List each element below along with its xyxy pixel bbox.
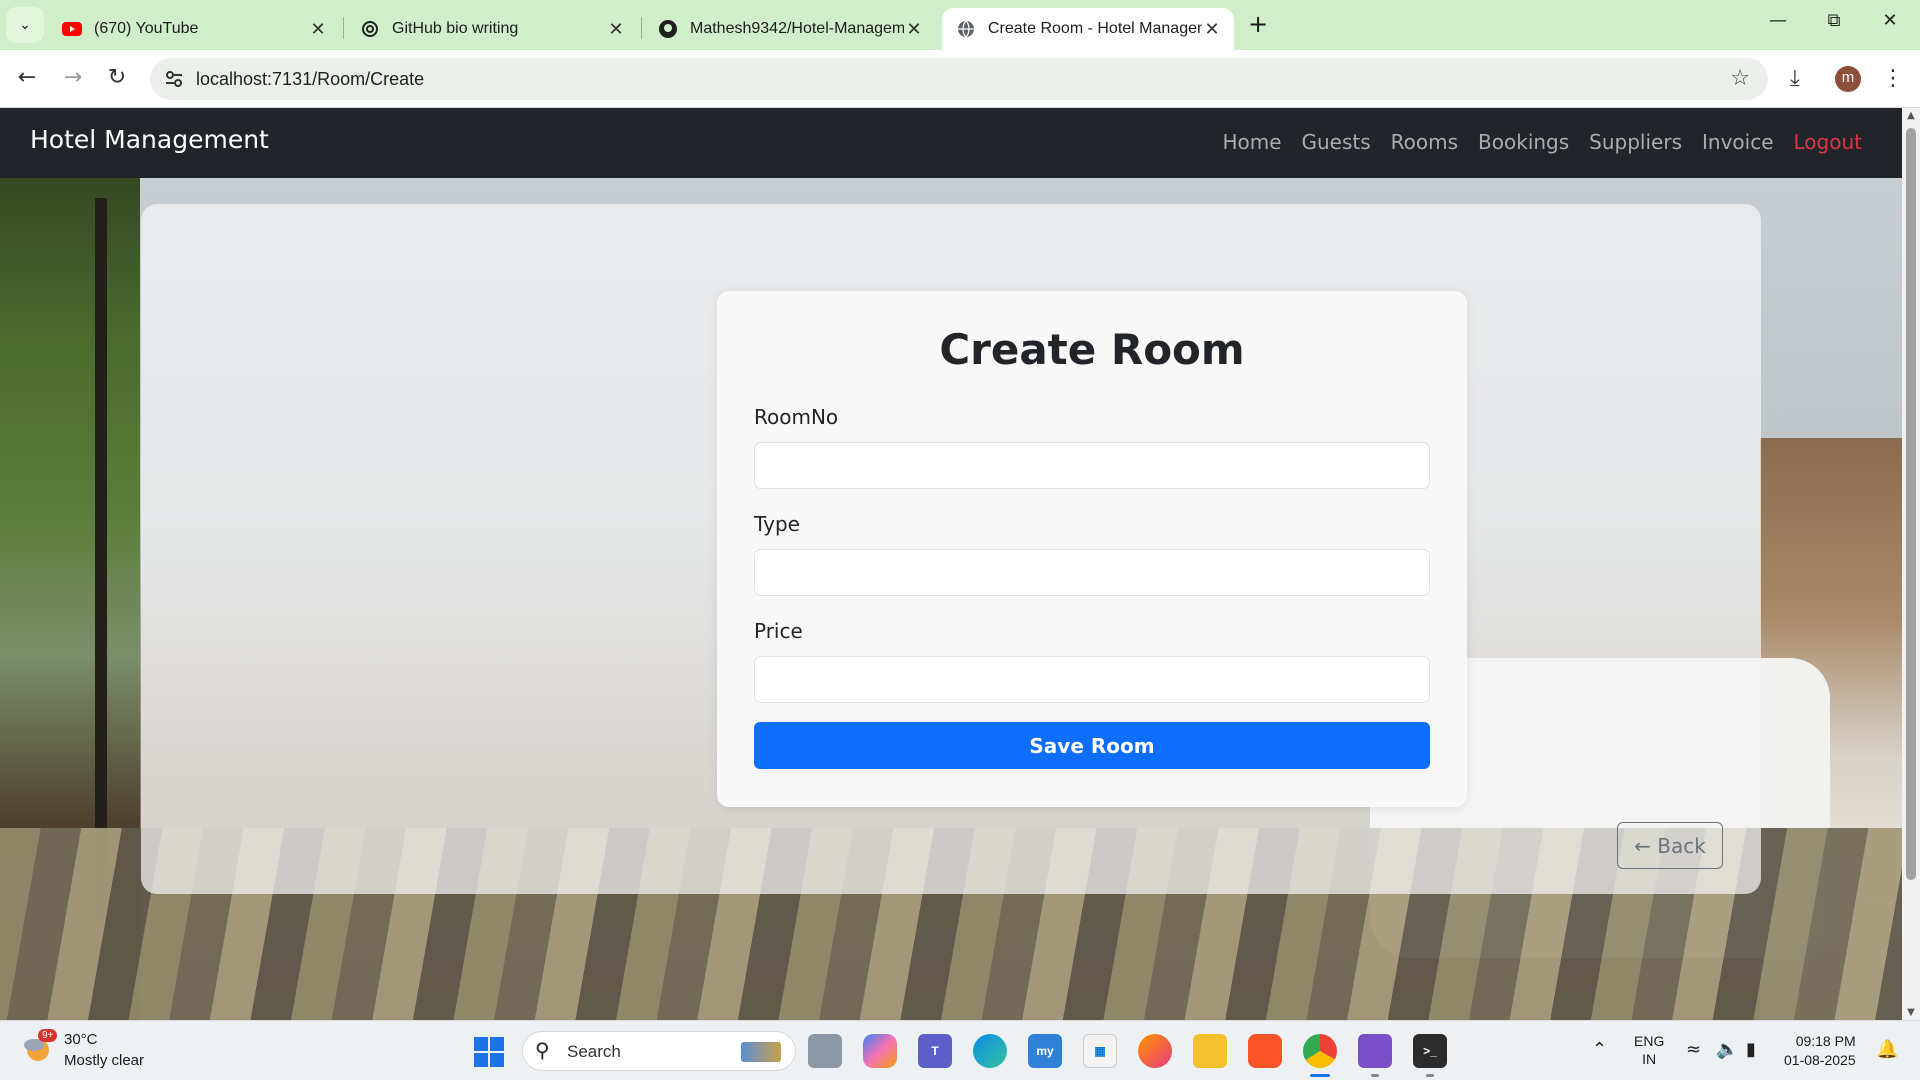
brave-icon[interactable] xyxy=(1248,1034,1282,1068)
nav-link-bookings[interactable]: Bookings xyxy=(1478,130,1569,154)
weather-description[interactable]: Mostly clear xyxy=(64,1052,144,1069)
site-navbar: Hotel Management Home Guests Rooms Booki… xyxy=(0,108,1902,178)
tab-separator xyxy=(343,17,344,39)
firefox-icon[interactable] xyxy=(1138,1034,1172,1068)
search-placeholder: Search xyxy=(567,1042,621,1061)
wifi-icon[interactable]: ≈ xyxy=(1686,1039,1701,1060)
language-line2: IN xyxy=(1642,1051,1657,1067)
close-icon[interactable]: ✕ xyxy=(1202,19,1222,40)
restore-icon[interactable]: ⧉ xyxy=(1814,10,1854,31)
task-view-icon[interactable] xyxy=(808,1034,842,1068)
close-icon[interactable]: ✕ xyxy=(606,19,626,40)
nav-link-invoice[interactable]: Invoice xyxy=(1702,130,1774,154)
type-label: Type xyxy=(754,512,800,536)
nav-link-home[interactable]: Home xyxy=(1222,130,1281,154)
chevron-down-icon: ⌄ xyxy=(19,17,31,33)
globe-icon xyxy=(956,19,976,39)
nav-link-guests[interactable]: Guests xyxy=(1302,130,1371,154)
page-title: Create Room xyxy=(939,325,1245,374)
bookmark-star-icon[interactable]: ☆ xyxy=(1730,66,1750,91)
save-room-button[interactable]: Save Room xyxy=(754,722,1430,769)
roomno-input[interactable] xyxy=(754,442,1430,489)
forward-arrow-icon[interactable]: → xyxy=(58,64,88,94)
weather-temperature[interactable]: 30°C xyxy=(64,1031,98,1048)
back-arrow-icon[interactable]: ← xyxy=(12,64,42,94)
scroll-up-icon[interactable]: ▲ xyxy=(1902,110,1920,121)
system-clock[interactable]: 09:18 PM 01-08-2025 xyxy=(1784,1032,1856,1070)
openai-icon xyxy=(360,19,380,39)
page-viewport: Hotel Management Home Guests Rooms Booki… xyxy=(0,108,1902,1020)
mysql-workbench-icon[interactable]: my xyxy=(1028,1034,1062,1068)
notification-bell-icon[interactable]: 🔔 xyxy=(1876,1039,1898,1060)
chrome-icon[interactable] xyxy=(1303,1034,1337,1077)
youtube-icon xyxy=(62,19,82,39)
browser-tab-strip: ⌄ (670) YouTube ✕ GitHub bio writing ✕ M… xyxy=(0,0,1920,50)
close-icon[interactable]: ✕ xyxy=(904,19,924,40)
scrollbar-thumb[interactable] xyxy=(1906,128,1916,880)
content-panel: Create Room RoomNo Type Price Save Room … xyxy=(141,204,1761,894)
tab-github-repo[interactable]: Mathesh9342/Hotel-Managem ✕ xyxy=(644,8,936,50)
visual-studio-icon[interactable] xyxy=(1358,1034,1392,1077)
price-label: Price xyxy=(754,619,803,643)
terminal-icon[interactable]: >_ xyxy=(1413,1034,1447,1077)
tab-title: Create Room - Hotel Managem xyxy=(988,20,1202,37)
download-icon[interactable]: ⤓ xyxy=(1790,66,1800,91)
kebab-menu-icon[interactable]: ⋮ xyxy=(1882,66,1904,91)
language-indicator[interactable]: ENG IN xyxy=(1634,1032,1664,1068)
brand-logo[interactable]: Hotel Management xyxy=(30,125,269,154)
search-icon: ⚲ xyxy=(535,1038,550,1062)
tab-title: GitHub bio writing xyxy=(392,20,519,37)
windows-taskbar: 9+ 30°C Mostly clear ⚲ Search T my ▦ >_ … xyxy=(0,1020,1920,1080)
scroll-down-icon[interactable]: ▼ xyxy=(1902,1007,1920,1018)
file-explorer-icon[interactable] xyxy=(1193,1034,1227,1068)
clock-time: 09:18 PM xyxy=(1795,1033,1856,1049)
window-close-icon[interactable]: ✕ xyxy=(1870,10,1910,31)
tab-github-bio[interactable]: GitHub bio writing ✕ xyxy=(346,8,638,50)
address-bar[interactable]: localhost:7131/Room/Create ☆ xyxy=(150,58,1768,100)
type-input[interactable] xyxy=(754,549,1430,596)
browser-toolbar: ← → ↻ localhost:7131/Room/Create ☆ ⤓ ⋮ xyxy=(0,50,1920,108)
minimize-icon[interactable]: — xyxy=(1758,10,1798,31)
weather-badge: 9+ xyxy=(38,1029,58,1042)
chevron-up-icon[interactable]: ⌃ xyxy=(1592,1039,1607,1060)
tab-title: Mathesh9342/Hotel-Managem xyxy=(690,20,904,37)
edge-icon[interactable] xyxy=(973,1034,1007,1068)
windows-start-icon[interactable] xyxy=(474,1037,504,1067)
url-text: localhost:7131/Room/Create xyxy=(196,69,425,89)
copilot-icon[interactable] xyxy=(863,1034,897,1068)
tab-separator xyxy=(641,17,642,39)
background-door-frame xyxy=(95,198,107,918)
github-icon xyxy=(658,19,678,39)
roomno-label: RoomNo xyxy=(754,405,839,429)
create-room-card: Create Room RoomNo Type Price Save Room xyxy=(717,291,1467,807)
site-info-icon[interactable] xyxy=(164,69,184,93)
search-highlight-icon xyxy=(741,1042,781,1062)
reload-icon[interactable]: ↻ xyxy=(102,64,132,94)
nav-link-logout[interactable]: Logout xyxy=(1794,130,1862,154)
nav-links: Home Guests Rooms Bookings Suppliers Inv… xyxy=(1222,130,1862,154)
back-button[interactable]: ← Back xyxy=(1617,822,1723,869)
nav-link-suppliers[interactable]: Suppliers xyxy=(1589,130,1682,154)
tab-create-room[interactable]: Create Room - Hotel Managem ✕ xyxy=(942,8,1234,50)
teams-icon[interactable]: T xyxy=(918,1034,952,1068)
clock-date: 01-08-2025 xyxy=(1784,1052,1856,1068)
nav-link-rooms[interactable]: Rooms xyxy=(1391,130,1458,154)
tab-title: (670) YouTube xyxy=(94,20,199,37)
new-tab-button[interactable]: + xyxy=(1244,11,1272,39)
tab-search-button[interactable]: ⌄ xyxy=(6,7,44,43)
volume-icon[interactable]: 🔈 xyxy=(1716,1039,1738,1060)
close-icon[interactable]: ✕ xyxy=(308,19,328,40)
language-line1: ENG xyxy=(1634,1033,1665,1049)
battery-icon[interactable]: ▮ xyxy=(1746,1039,1756,1060)
profile-avatar[interactable]: m xyxy=(1835,66,1861,92)
microsoft-store-icon[interactable]: ▦ xyxy=(1083,1034,1117,1068)
taskbar-search[interactable]: ⚲ Search xyxy=(522,1031,796,1071)
tab-youtube[interactable]: (670) YouTube ✕ xyxy=(48,8,340,50)
price-input[interactable] xyxy=(754,656,1430,703)
page-scrollbar[interactable]: ▲ ▼ xyxy=(1902,108,1920,1020)
